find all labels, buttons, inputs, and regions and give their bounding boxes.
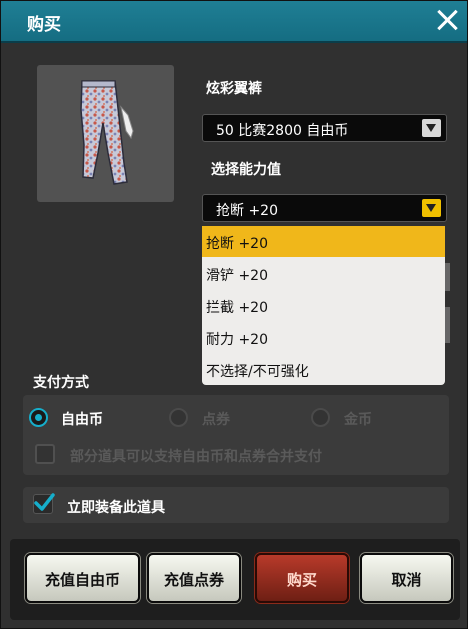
price-select-value: 50 比赛2800 自由币 [216,123,349,139]
close-icon[interactable] [434,7,460,33]
check-icon [34,493,55,511]
recharge-points-button[interactable]: 充值点券 [147,553,241,603]
ability-label: 选择能力值 [211,162,281,178]
background-scrollbar [445,263,450,291]
dropdown-option-none[interactable]: 不选择/不可强化 [202,354,445,385]
radio-free-coin-label: 自由币 [61,412,103,428]
ability-select-value: 抢断 +20 [216,203,278,219]
radio-points[interactable] [169,408,188,427]
purchase-dialog: 购买 炫彩翼裤 50 比赛2800 自由币 选择能力值 抢断 +20 抢断 +2… [0,0,468,629]
pants-icon [80,80,134,185]
payment-method-label: 支付方式 [33,375,89,391]
dropdown-option-steal[interactable]: 抢断 +20 [202,226,445,257]
dropdown-option-stamina[interactable]: 耐力 +20 [202,322,445,353]
radio-points-label: 点券 [202,412,230,428]
item-image [37,65,174,202]
radio-free-coin[interactable] [29,408,48,427]
combine-payment-label: 部分道具可以支持自由币和点券合并支付 [70,449,322,465]
dialog-title: 购买 [27,15,61,35]
title-bar: 购买 [1,1,467,43]
dropdown-option-slide[interactable]: 滑铲 +20 [202,258,445,289]
radio-gold-label: 金币 [344,412,372,428]
item-name: 炫彩翼裤 [206,81,262,97]
price-select[interactable]: 50 比赛2800 自由币 [202,114,447,142]
equip-checkbox[interactable] [33,493,55,514]
cancel-button[interactable]: 取消 [360,553,453,603]
ability-dropdown-list: 抢断 +20 滑铲 +20 拦截 +20 耐力 +20 不选择/不可强化 [202,226,445,385]
ability-select[interactable]: 抢断 +20 [202,194,447,222]
recharge-free-coin-button[interactable]: 充值自由币 [25,553,140,603]
dropdown-option-intercept[interactable]: 拦截 +20 [202,290,445,321]
combine-payment-checkbox[interactable] [35,444,55,464]
radio-gold[interactable] [311,408,330,427]
chevron-down-icon[interactable] [422,199,441,217]
background-scrollbar [445,307,450,343]
chevron-down-icon[interactable] [422,119,441,137]
equip-label: 立即装备此道具 [67,500,165,516]
buy-button[interactable]: 购买 [255,553,349,603]
